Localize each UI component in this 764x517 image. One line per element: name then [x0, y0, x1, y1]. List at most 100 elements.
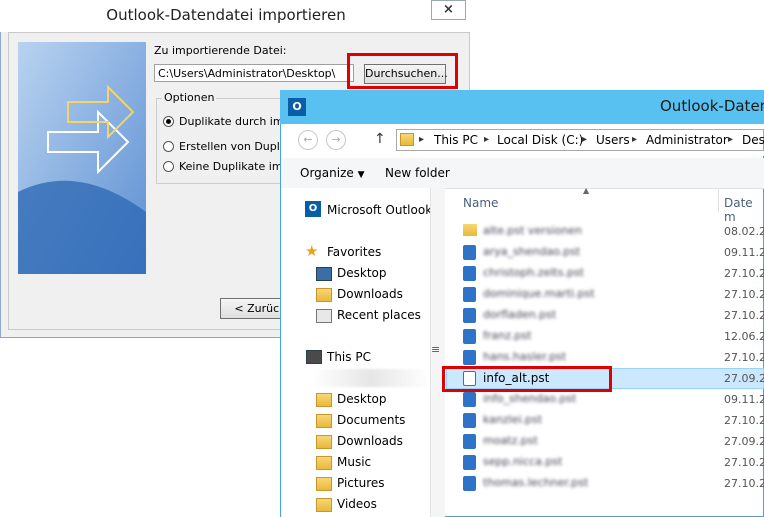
nav-this-pc[interactable]: This PC	[327, 350, 371, 364]
option-label-1: Duplikate durch im	[179, 115, 284, 128]
breadcrumb-administrator[interactable]: Administrator	[646, 133, 728, 147]
option-radio-2[interactable]	[163, 141, 174, 152]
nav-pc-music[interactable]: Music	[337, 455, 371, 469]
file-browser-title: Outlook-Datend	[660, 97, 764, 115]
pst-file-icon	[463, 329, 476, 344]
file-name[interactable]: alte.pst versionen	[483, 224, 582, 237]
file-date: 08.02.20	[724, 225, 764, 238]
breadcrumb-sep-icon: ▸	[419, 134, 425, 145]
organize-label: Organize	[300, 166, 354, 180]
chevron-down-icon: ▼	[357, 170, 365, 180]
nav-pc-pictures[interactable]: Pictures	[337, 476, 385, 490]
outlook-icon: O	[288, 98, 306, 116]
file-name[interactable]: thomas.lechner.pst	[483, 476, 588, 489]
recent-places-icon	[316, 309, 332, 323]
nav-fav-desktop[interactable]: Desktop	[337, 266, 387, 280]
breadcrumb-sep-icon: ▸	[632, 134, 638, 145]
nav-fav-recent-places[interactable]: Recent places	[337, 308, 421, 322]
nav-microsoft-outlook[interactable]: Microsoft Outlook	[327, 203, 432, 217]
computer-icon	[306, 350, 322, 364]
nav-pc-desktop[interactable]: Desktop	[337, 392, 387, 406]
option-label-2: Erstellen von Dupli	[179, 140, 283, 153]
file-date: 27.10.20	[724, 456, 764, 469]
column-header-name[interactable]: Name	[463, 196, 498, 210]
organize-button[interactable]: Organize ▼	[300, 166, 365, 180]
file-date: 12.06.20	[724, 330, 764, 343]
file-name[interactable]: arya_shendao.pst	[483, 245, 580, 258]
grip-icon: ≡	[431, 343, 441, 356]
star-icon: ★	[305, 242, 319, 260]
close-button[interactable]: ×	[431, 0, 466, 20]
pictures-icon	[316, 477, 332, 491]
wizard-graphic	[18, 42, 146, 274]
file-name[interactable]: hans.hasler.pst	[483, 350, 566, 363]
desktop-icon	[316, 267, 332, 281]
downloads-folder-icon	[316, 435, 332, 449]
breadcrumb-users[interactable]: Users	[596, 133, 630, 147]
breadcrumb-desktop[interactable]: Desk	[742, 133, 764, 147]
pst-file-icon	[463, 350, 476, 365]
file-date: 27.09.20	[724, 372, 764, 385]
outlook-nav-icon: O	[305, 201, 321, 217]
browse-button[interactable]: Durchsuchen...	[364, 64, 448, 84]
file-name[interactable]: franz.pst	[483, 329, 531, 342]
breadcrumb-local-disk[interactable]: Local Disk (C:)	[497, 133, 583, 147]
option-radio-3[interactable]	[163, 161, 174, 172]
pst-file-icon	[463, 413, 476, 428]
file-label: Zu importierende Datei:	[154, 44, 287, 57]
file-date: 27.10.20	[724, 414, 764, 427]
column-divider	[718, 190, 719, 212]
breadcrumb-sep-icon: ▸	[728, 134, 734, 145]
videos-icon	[316, 498, 332, 512]
file-date: 27.10.20	[724, 351, 764, 364]
nav-pc-videos[interactable]: Videos	[337, 497, 377, 511]
breadcrumb-this-pc[interactable]: This PC	[434, 133, 478, 147]
new-folder-button[interactable]: New folder	[385, 166, 450, 180]
pst-file-icon	[463, 287, 476, 302]
breadcrumb-sep-icon: ▸	[582, 134, 588, 145]
nav-pc-downloads[interactable]: Downloads	[337, 434, 403, 448]
option-radio-1[interactable]	[163, 116, 174, 127]
file-date: 27.10.20	[724, 267, 764, 280]
back-nav-icon[interactable]: ←	[298, 130, 318, 150]
forward-nav-icon[interactable]: →	[326, 130, 346, 150]
desktop-folder-icon	[316, 393, 332, 407]
pst-file-icon	[463, 455, 476, 470]
nav-pc-documents[interactable]: Documents	[337, 413, 405, 427]
folder-icon	[463, 224, 477, 236]
redacted-bar	[312, 369, 430, 387]
file-highlight	[442, 366, 612, 392]
file-date: 09.11.20	[724, 393, 764, 406]
file-name[interactable]: kanzlei.pst	[483, 413, 542, 426]
file-name[interactable]: christoph.zelts.pst	[483, 266, 584, 279]
up-arrow-icon[interactable]: ↑	[374, 131, 386, 147]
pst-file-icon	[463, 476, 476, 491]
music-icon	[316, 456, 332, 470]
file-name[interactable]: moatz.pst	[483, 434, 538, 447]
option-label-3: Keine Duplikate imp	[179, 160, 290, 173]
file-name[interactable]: dorfladen.pst	[483, 308, 556, 321]
options-legend: Optionen	[162, 91, 217, 104]
file-date: 27.09.20	[724, 435, 764, 448]
file-name[interactable]: sepp.nicca.pst	[483, 455, 562, 468]
nav-favorites[interactable]: Favorites	[327, 245, 381, 259]
pst-file-icon	[463, 308, 476, 323]
file-date: 27.10.20	[724, 288, 764, 301]
documents-icon	[316, 414, 332, 428]
sort-arrow-icon: ▲	[583, 186, 590, 195]
file-name[interactable]: info_shendao.pst	[483, 392, 576, 405]
pst-file-icon	[463, 266, 476, 281]
pst-file-icon	[463, 245, 476, 260]
pst-file-icon	[463, 434, 476, 449]
breadcrumb-sep-icon: ▸	[484, 134, 490, 145]
file-path-input[interactable]: C:\Users\Administrator\Desktop\	[154, 64, 354, 82]
downloads-icon	[316, 288, 332, 302]
import-dialog-title: Outlook-Datendatei importieren	[106, 6, 346, 24]
nav-fav-downloads[interactable]: Downloads	[337, 287, 403, 301]
pst-file-icon	[463, 392, 476, 407]
file-date: 27.10.20	[724, 477, 764, 490]
file-date: 27.10.20	[724, 309, 764, 322]
column-header-date[interactable]: Date m	[724, 196, 764, 224]
file-name[interactable]: dominique.marti.pst	[483, 287, 595, 300]
location-icon	[400, 133, 414, 146]
